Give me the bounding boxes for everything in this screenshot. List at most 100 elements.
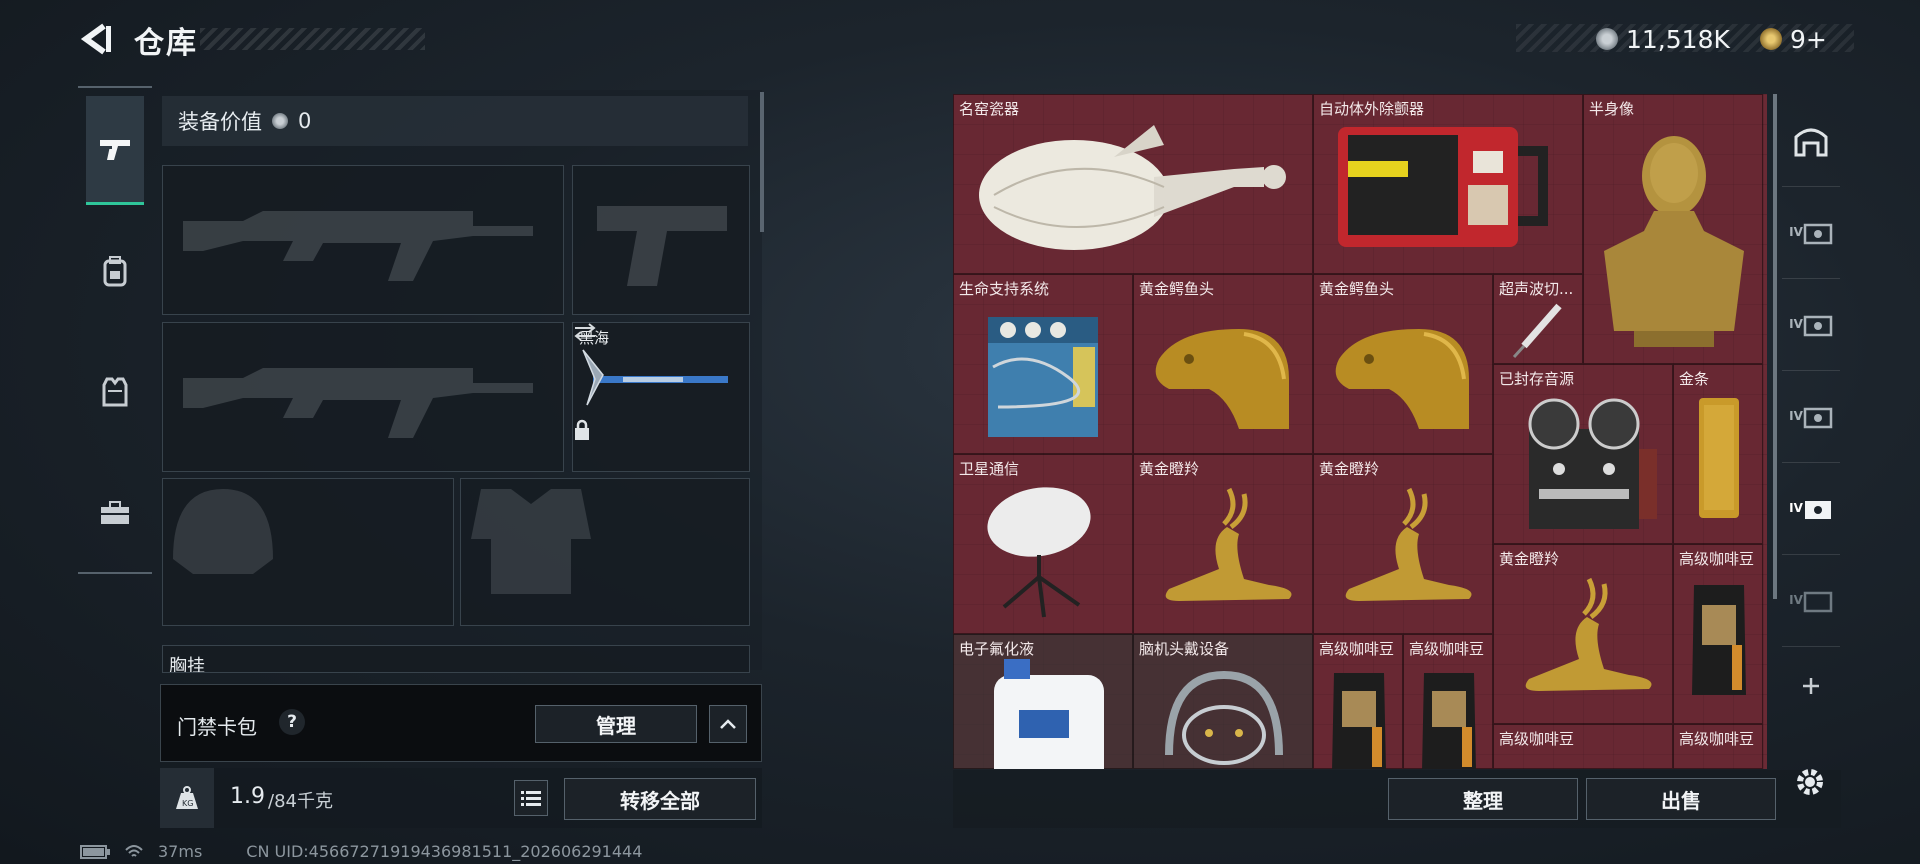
stash-item-bci-headset[interactable]: 脑机头戴设备	[1133, 634, 1313, 769]
svg-text:KG: KG	[182, 799, 193, 808]
coffee-bag-icon	[1692, 585, 1746, 695]
wifi-icon	[125, 844, 143, 857]
stash-item-gold-croc-2[interactable]: 黄金鳄鱼头	[1313, 274, 1493, 454]
defibrillator-icon	[1338, 127, 1548, 247]
page-level: IV	[1789, 501, 1803, 515]
settings-icon[interactable]	[1792, 764, 1828, 800]
item-label: 名窑瓷器	[959, 100, 1020, 118]
help-icon[interactable]: ?	[279, 709, 305, 735]
tab-stash-page-1[interactable]: IV	[1782, 186, 1840, 279]
vault-icon	[1794, 128, 1828, 157]
chest-rig-section[interactable]: 胸挂	[162, 645, 750, 673]
manage-button[interactable]: 管理	[535, 705, 697, 743]
reel-to-reel-recorder-icon	[1528, 398, 1657, 529]
item-label: 卫星通信	[959, 460, 1020, 478]
helmet-silhouette-icon	[173, 489, 273, 574]
tab-stash-page-2[interactable]: IV	[1782, 278, 1840, 371]
stash-scrollbar[interactable]	[1773, 94, 1777, 599]
tomahawk-axe-icon	[582, 349, 728, 406]
status-bar: 37ms CN UID:456672719194369815​11_202606…	[80, 842, 642, 861]
stash-item-ultrasonic-cutter[interactable]: 超声波切...	[1493, 274, 1583, 364]
stash-item-aed[interactable]: 自动体外除颤器	[1313, 94, 1583, 274]
battery-icon	[80, 844, 110, 859]
tab-backpack[interactable]	[86, 218, 144, 324]
lock-icon	[575, 419, 589, 440]
stash-item-coffee-2[interactable]: 高级咖啡豆	[1313, 634, 1403, 769]
equipment-scrollbar[interactable]	[760, 92, 764, 232]
stash-box-icon	[1804, 501, 1831, 519]
item-label: 黄金鳄鱼头	[1319, 280, 1395, 298]
gold-bar-icon	[1699, 398, 1739, 518]
stash-item-gold-bar[interactable]: 金条	[1673, 364, 1763, 544]
list-icon	[521, 791, 541, 806]
title-decoration	[200, 28, 425, 50]
item-label: 黄金鳄鱼头	[1139, 280, 1215, 298]
helmet-slot[interactable]	[162, 478, 454, 626]
golden-gazelle-icon	[1345, 487, 1472, 601]
life-support-system-icon	[988, 317, 1098, 437]
expand-button[interactable]	[709, 705, 747, 743]
toolbox-icon	[101, 501, 129, 524]
stash-item-coffee-5[interactable]: 高级咖啡豆	[1673, 724, 1763, 769]
stash-item-porcelain[interactable]: 名窑瓷器	[953, 94, 1313, 274]
tab-stash-page-5[interactable]: IV	[1782, 554, 1840, 647]
currency-main[interactable]: 11,518K	[1596, 22, 1730, 56]
add-page-button[interactable]	[1782, 664, 1840, 708]
tab-stash-page-3[interactable]: IV	[1782, 370, 1840, 463]
item-label: 高级咖啡豆	[1679, 550, 1755, 568]
equipment-value-label: 装备价值	[178, 110, 262, 134]
tab-vault[interactable]	[1782, 94, 1840, 187]
weight-kg-icon: KG	[176, 786, 198, 809]
stash-item-satellite[interactable]: 卫星通信	[953, 454, 1133, 634]
satellite-dish-icon	[987, 487, 1091, 618]
ultrasonic-cutter-icon	[1512, 303, 1562, 359]
tab-weapons[interactable]	[86, 96, 144, 205]
tab-vest[interactable]	[86, 338, 144, 444]
pistol-slot[interactable]	[572, 165, 750, 315]
stash-item-sealed-audio[interactable]: 已封存音源	[1493, 364, 1673, 544]
currency-main-amount: 11,518K	[1626, 24, 1730, 54]
stash-item-gold-gazelle-1[interactable]: 黄金瞪羚	[1133, 454, 1313, 634]
armor-slot[interactable]	[460, 478, 750, 626]
currency-secondary-amount: 9+	[1790, 24, 1827, 54]
melee-slot[interactable]: 黑海	[572, 322, 750, 472]
tab-toolbox[interactable]	[86, 460, 144, 566]
weight-max: /84千克	[268, 791, 333, 812]
currency-secondary[interactable]: 9+	[1760, 22, 1827, 56]
melee-name: 黑海	[579, 329, 610, 347]
transfer-all-button[interactable]: 转移全部	[564, 778, 756, 820]
weight-icon-box: KG	[160, 768, 214, 828]
stash-grid: 名窑瓷器 自动体外除颤器 半身像 生命支持系统 黄金鳄鱼头 黄金鳄鱼头 超声波切…	[953, 94, 1767, 769]
stash-item-gold-gazelle-2[interactable]: 黄金瞪羚	[1313, 454, 1493, 634]
primary-weapon-slot[interactable]	[162, 165, 564, 315]
sort-button[interactable]: 整理	[1388, 778, 1578, 820]
list-view-button[interactable]	[514, 780, 548, 816]
golden-crocodile-head-icon	[1155, 329, 1289, 429]
stash-item-coffee-1[interactable]: 高级咖啡豆	[1673, 544, 1763, 724]
porcelain-vase-icon	[979, 125, 1286, 250]
equipment-value-header: 装备价值 0	[162, 96, 748, 146]
uid-text: CN UID:456672719194369815​11_20260629144…	[246, 842, 643, 861]
stash-item-fluoride-liquid[interactable]: 电子氟化液	[953, 634, 1133, 769]
stash-item-bust[interactable]: 半身像	[1583, 94, 1763, 364]
page-level: IV	[1789, 317, 1803, 331]
tab-stash-page-4-active[interactable]: IV	[1782, 462, 1840, 555]
page-level: IV	[1789, 409, 1803, 423]
brain-headset-icon	[1165, 670, 1283, 765]
stash-item-gold-gazelle-3[interactable]: 黄金瞪羚	[1493, 544, 1673, 724]
stash-item-coffee-4[interactable]: 高级咖啡豆	[1493, 724, 1673, 769]
secondary-weapon-slot[interactable]	[162, 322, 564, 472]
stash-item-life-support[interactable]: 生命支持系统	[953, 274, 1133, 454]
coffee-bag-icon	[1332, 673, 1386, 769]
stash-item-coffee-3[interactable]: 高级咖啡豆	[1403, 634, 1493, 769]
access-card-bar: 门禁卡包 ? 管理	[160, 684, 762, 762]
stash-item-gold-croc-1[interactable]: 黄金鳄鱼头	[1133, 274, 1313, 454]
page-title: 仓库	[134, 26, 198, 61]
golden-crocodile-head-icon	[1335, 329, 1469, 429]
page-level: IV	[1789, 225, 1803, 239]
back-arrow-icon[interactable]	[80, 22, 114, 56]
stash-box-icon	[1803, 407, 1833, 429]
chest-rig-label: 胸挂	[169, 656, 205, 673]
item-label: 高级咖啡豆	[1409, 640, 1485, 658]
sell-button[interactable]: 出售	[1586, 778, 1776, 820]
